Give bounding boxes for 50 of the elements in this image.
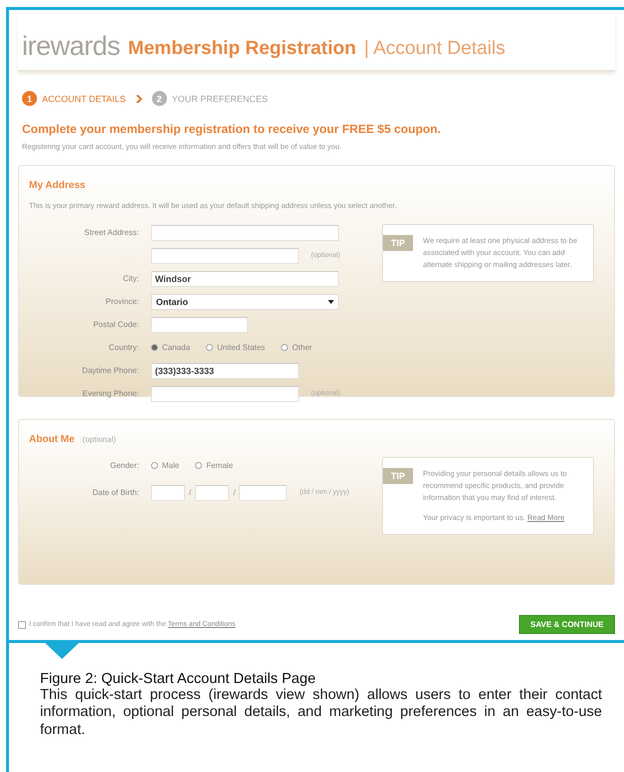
- field-label: Province:: [104, 297, 139, 306]
- radio-option[interactable]: Female: [195, 461, 234, 470]
- radio-option[interactable]: Male: [151, 461, 180, 470]
- agree-checkbox[interactable]: [18, 620, 26, 628]
- page-title: Membership Registration: [128, 39, 356, 60]
- date-separator: /: [189, 488, 192, 497]
- radio-option[interactable]: Canada: [151, 343, 190, 352]
- tip-badge: TIP: [383, 468, 414, 484]
- day-field[interactable]: [151, 484, 185, 500]
- radio-button[interactable]: [195, 462, 202, 469]
- save-continue-button[interactable]: SAVE & CONTINUE: [519, 615, 615, 634]
- input-field[interactable]: (333)333-3333: [151, 362, 299, 378]
- tip-badge: TIP: [383, 235, 414, 251]
- step-number: 1: [22, 91, 37, 106]
- page-subtitle: | Account Details: [364, 39, 506, 60]
- input-field[interactable]: [151, 224, 339, 240]
- year-field[interactable]: [239, 484, 288, 500]
- date-separator: /: [233, 488, 236, 497]
- field-label: Evening Phone:: [82, 389, 139, 398]
- radio-button[interactable]: [281, 344, 288, 351]
- section-title: My Address: [29, 180, 86, 191]
- field-label: Postal Code:: [92, 320, 139, 329]
- step-label: ACCOUNT DETAILS: [42, 94, 126, 104]
- brand-logo: irewards: [22, 33, 120, 60]
- section-title: About Me: [29, 434, 75, 445]
- figure-caption: This quick-start process (irewards view shown) allows users to enter their contact information, optional personal details, and marketing preferences in an easy-to-use format.: [40, 687, 602, 740]
- field-label: Daytime Phone:: [81, 366, 139, 375]
- promo-headline: Complete your membership registration to receive your FREE $5 coupon.: [22, 122, 442, 136]
- figure-title: Figure 2: Quick-Start Account Details Page: [40, 671, 317, 687]
- radio-button[interactable]: [206, 344, 214, 351]
- radio-button[interactable]: [151, 344, 158, 351]
- caret-icon: [328, 300, 334, 304]
- field-label: Date of Birth:: [91, 488, 139, 497]
- input-field[interactable]: [151, 316, 248, 332]
- radio-button[interactable]: [151, 462, 158, 469]
- chevron-icon: [136, 94, 142, 102]
- field-label: Gender:: [109, 461, 139, 470]
- province-dropdown[interactable]: Ontario: [151, 294, 339, 310]
- field-label: City:: [122, 274, 139, 283]
- step-number: 2: [152, 91, 167, 106]
- field-label: Country:: [108, 343, 139, 352]
- input-field[interactable]: [151, 248, 299, 264]
- input-field[interactable]: Windsor: [151, 270, 339, 286]
- section-note: (optional): [82, 435, 116, 444]
- radio-option[interactable]: Other: [281, 343, 312, 352]
- radio-option[interactable]: United States: [206, 343, 266, 352]
- field-label: Street Address:: [83, 228, 139, 237]
- input-field[interactable]: [151, 386, 299, 402]
- month-field[interactable]: [195, 484, 230, 500]
- step-label: YOUR PREFERENCES: [172, 94, 268, 104]
